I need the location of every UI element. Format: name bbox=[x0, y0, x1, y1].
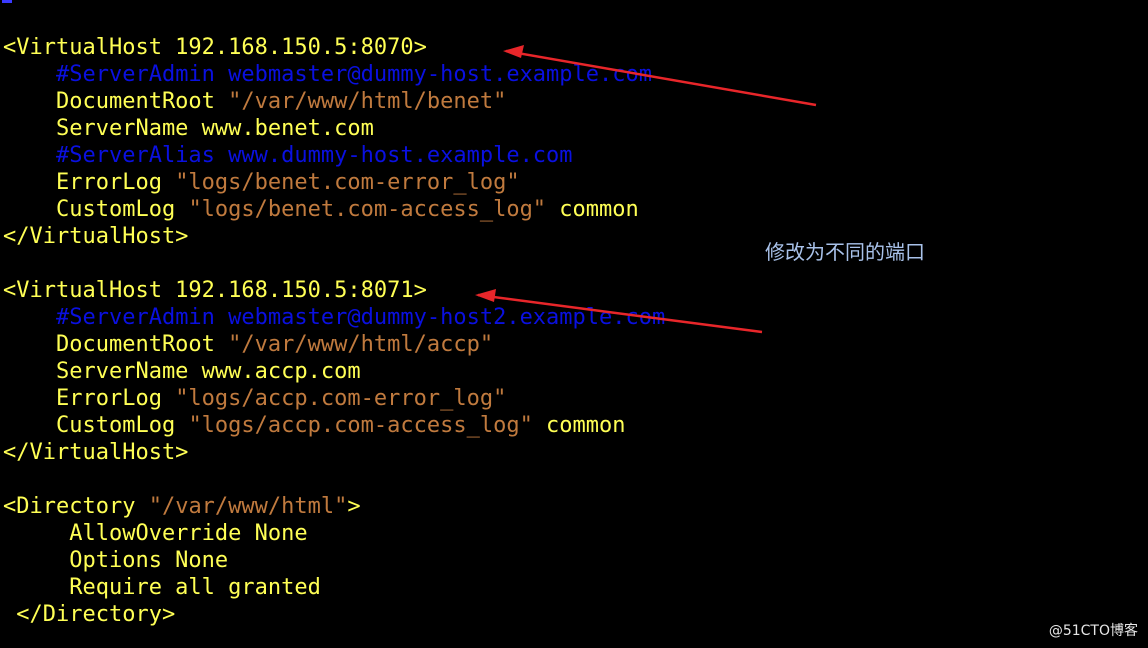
arrow-to-port-8070 bbox=[505, 49, 817, 107]
annotation-arrows bbox=[475, 45, 817, 334]
arrowhead-8071 bbox=[475, 289, 496, 302]
arrowhead-8070 bbox=[503, 45, 524, 58]
watermark: @51CTO博客 bbox=[1048, 623, 1138, 639]
annotation-text: 修改为不同的端口 bbox=[765, 240, 925, 264]
arrow-to-port-8071 bbox=[477, 293, 763, 334]
